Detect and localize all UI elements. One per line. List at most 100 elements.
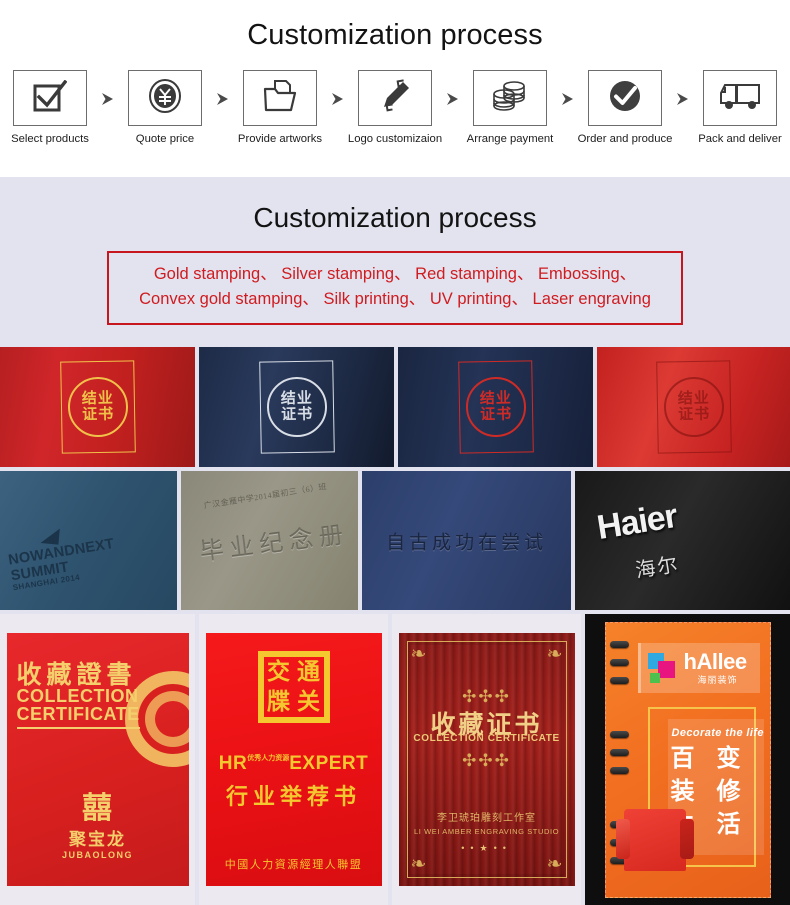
brand-name-en: JUBAOLONG: [61, 850, 133, 860]
gallery-cell-navy-red-stamped-certificate[interactable]: 结业 证书: [398, 347, 593, 467]
process-step-logo-customization[interactable]: Logo customizaion: [347, 70, 443, 146]
process-steps: Select products Quote price Provide artw…: [0, 54, 790, 146]
wood-certificate-cover: ❧ ❧ ❧ ❧ ✣✣✣ 收藏证书 COLLECTION CERTIFICATE …: [398, 633, 575, 886]
gallery-cell-blue-debossed-quote-cover[interactable]: 自古成功在尝试: [362, 471, 572, 610]
hr-logo: HR优秀人力资源EXPERT: [206, 753, 382, 775]
step-icon-box: [13, 70, 87, 126]
tagline-cn-line-2: 装 修: [670, 778, 749, 805]
hr-footer-cn: 中國人力資源經理人聯盟: [224, 859, 363, 871]
checkbox-check-icon: [33, 79, 68, 117]
methods-line-2: Convex gold stamping、 Silk printing、 UV …: [139, 290, 651, 308]
process-step-quote-price[interactable]: Quote price: [119, 70, 211, 146]
collection-brand-logo: 囍 聚宝龙 JUBAOLONG: [7, 792, 189, 861]
step-icon-box: [128, 70, 202, 126]
seal-char-1: 交: [267, 659, 291, 684]
pen-customize-icon: [377, 78, 413, 119]
arrow-right-icon: [675, 92, 691, 106]
seal-stamp-icon: 交 通 牒 关: [257, 651, 330, 723]
customization-section: Customization process Gold stamping、 Sil…: [0, 177, 790, 343]
seal-char-2: 通: [297, 659, 321, 684]
certificate-ring: 结业 证书: [265, 376, 328, 438]
certificate-line-1: 结业: [677, 390, 710, 408]
customization-title: Customization process: [253, 202, 537, 233]
certificate-frame: 结业 证书: [655, 360, 732, 454]
step-label: Pack and deliver: [698, 133, 782, 145]
corner-ornament-icon: ❧: [410, 644, 427, 665]
certificate-line-1: 结业: [280, 390, 313, 408]
process-step-arrange-payment[interactable]: Arrange payment: [464, 70, 556, 146]
yen-coin-icon: [147, 78, 183, 119]
hallee-notebook-cover: hAllee 海丽装饰 Decorate the life 百 变 装 修 生 …: [604, 621, 771, 898]
brand-symbol: 囍: [82, 792, 113, 825]
process-step-select-products[interactable]: Select products: [4, 70, 96, 146]
brand-squares-icon: [647, 652, 678, 683]
customization-methods-box: Gold stamping、 Silver stamping、 Red stam…: [107, 251, 683, 325]
check-circle-icon: [607, 78, 643, 119]
gallery-cell-grey-embossed-yearbook[interactable]: 广汉金雁中学2014届初三（6）班 毕业纪念册: [181, 471, 359, 610]
certificate-line-2: 证书: [280, 406, 313, 424]
hallee-tagline-en: Decorate the life: [671, 726, 764, 739]
process-step-provide-artworks[interactable]: Provide artworks: [234, 70, 326, 146]
hr-expert-cover: 交 通 牒 关 HR优秀人力资源EXPERT 行业举荐书 中國人力資源經理人聯盟: [205, 633, 382, 886]
step-label: Provide artworks: [237, 133, 323, 145]
step-icon-box: [588, 70, 662, 126]
gallery-cell-wood-grain-collection-certificate[interactable]: ❧ ❧ ❧ ❧ ✣✣✣ 收藏证书 COLLECTION CERTIFICATE …: [392, 614, 582, 905]
yearbook-class-text: 广汉金雁中学2014届初三（6）班: [203, 481, 328, 511]
gallery-row-printed-covers: 收藏證書 COLLECTION CERTIFICATE 囍 聚宝龙 JUBAOL…: [0, 614, 790, 905]
step-label: Logo customizaion: [347, 133, 443, 145]
summit-mark-icon: [40, 527, 60, 545]
gallery-cell-black-haier-embossed-cover[interactable]: Haier 海尔: [575, 471, 790, 610]
certificate-line-1: 结业: [81, 390, 114, 408]
certificate-ring: 结业 证书: [464, 376, 527, 438]
certificate-line-2: 证书: [81, 406, 114, 424]
gallery-cell-red-embossed-certificate[interactable]: 结业 证书: [597, 347, 790, 467]
gallery-cell-nowandnext-summit-cover[interactable]: NOWANDNEXT SUMMIT SHANGHAI 2014: [0, 471, 178, 610]
certificate-line-1: 结业: [479, 390, 512, 408]
wood-title-en: COLLECTION CERTIFICATE: [413, 733, 560, 744]
brand-name-cn: 聚宝龙: [69, 830, 126, 849]
process-title: Customization process: [247, 19, 543, 51]
gallery-cell-hr-expert-recommendation-cover[interactable]: 交 通 牒 关 HR优秀人力资源EXPERT 行业举荐书 中國人力資源經理人聯盟: [199, 614, 389, 905]
gallery-cell-red-gold-stamped-certificate[interactable]: 结业 证书: [0, 347, 195, 467]
certificate-ring: 结业 证书: [66, 376, 129, 438]
hallee-brand: hAllee: [683, 648, 748, 674]
arrow-right-icon: [330, 92, 346, 106]
hr-logo-small: 优秀人力资源: [247, 755, 290, 762]
step-icon-box: [358, 70, 432, 126]
top-ornament-icon: ✣✣✣: [462, 687, 511, 706]
star-dots-decoration: ••★••: [461, 843, 512, 853]
gallery-cell-navy-silver-stamped-certificate[interactable]: 结业 证书: [199, 347, 394, 467]
bottom-ornament-icon: ✣✣✣: [462, 751, 511, 770]
step-icon-box: [243, 70, 317, 126]
process-step-pack-and-deliver[interactable]: Pack and deliver: [694, 70, 786, 146]
hr-logo-main: HR: [218, 753, 248, 774]
step-label: Arrange payment: [466, 133, 554, 145]
folder-file-icon: [262, 79, 298, 118]
hr-title-cn: 行业举荐书: [226, 784, 362, 809]
gallery-cell-hallee-orange-notebook-cover[interactable]: hAllee 海丽装饰 Decorate the life 百 变 装 修 生 …: [585, 614, 790, 905]
product-gallery: 结业 证书 结业 证书 结业 证书 结业 证书 NOWANDNEXT SUMMI…: [0, 343, 790, 905]
arrow-right-icon: [445, 92, 461, 106]
methods-line-1: Gold stamping、 Silver stamping、 Red stam…: [153, 265, 637, 283]
step-icon-box: [703, 70, 777, 126]
arrow-right-icon: [215, 92, 231, 106]
haier-brand-en: Haier: [594, 496, 680, 548]
arrow-right-icon: [560, 92, 576, 106]
step-label: Select products: [11, 133, 89, 145]
step-label: Quote price: [135, 133, 195, 145]
collection-title-en-line2: CERTIFICATE: [16, 704, 140, 729]
summit-logo: NOWANDNEXT SUMMIT SHANGHAI 2014: [4, 510, 172, 592]
corner-ornament-icon: ❧: [546, 644, 563, 665]
certificate-frame: 结业 证书: [457, 360, 534, 454]
tagline-cn-line-1: 百 变: [670, 745, 749, 772]
hallee-brand-cn: 海丽装饰: [697, 674, 738, 685]
certificate-ring: 结业 证书: [662, 376, 725, 438]
arrow-right-icon: [100, 92, 116, 106]
haier-brand-cn: 海尔: [634, 553, 681, 583]
hr-logo-sub: EXPERT: [289, 753, 369, 774]
yearbook-title: 毕业纪念册: [198, 521, 351, 567]
gallery-cell-collection-certificate-red-cover[interactable]: 收藏證書 COLLECTION CERTIFICATE 囍 聚宝龙 JUBAOL…: [0, 614, 195, 905]
gallery-row-logo-covers: NOWANDNEXT SUMMIT SHANGHAI 2014 广汉金雁中学20…: [0, 471, 790, 610]
certificate-line-2: 证书: [677, 406, 710, 424]
process-step-order-and-produce[interactable]: Order and produce: [578, 70, 672, 146]
